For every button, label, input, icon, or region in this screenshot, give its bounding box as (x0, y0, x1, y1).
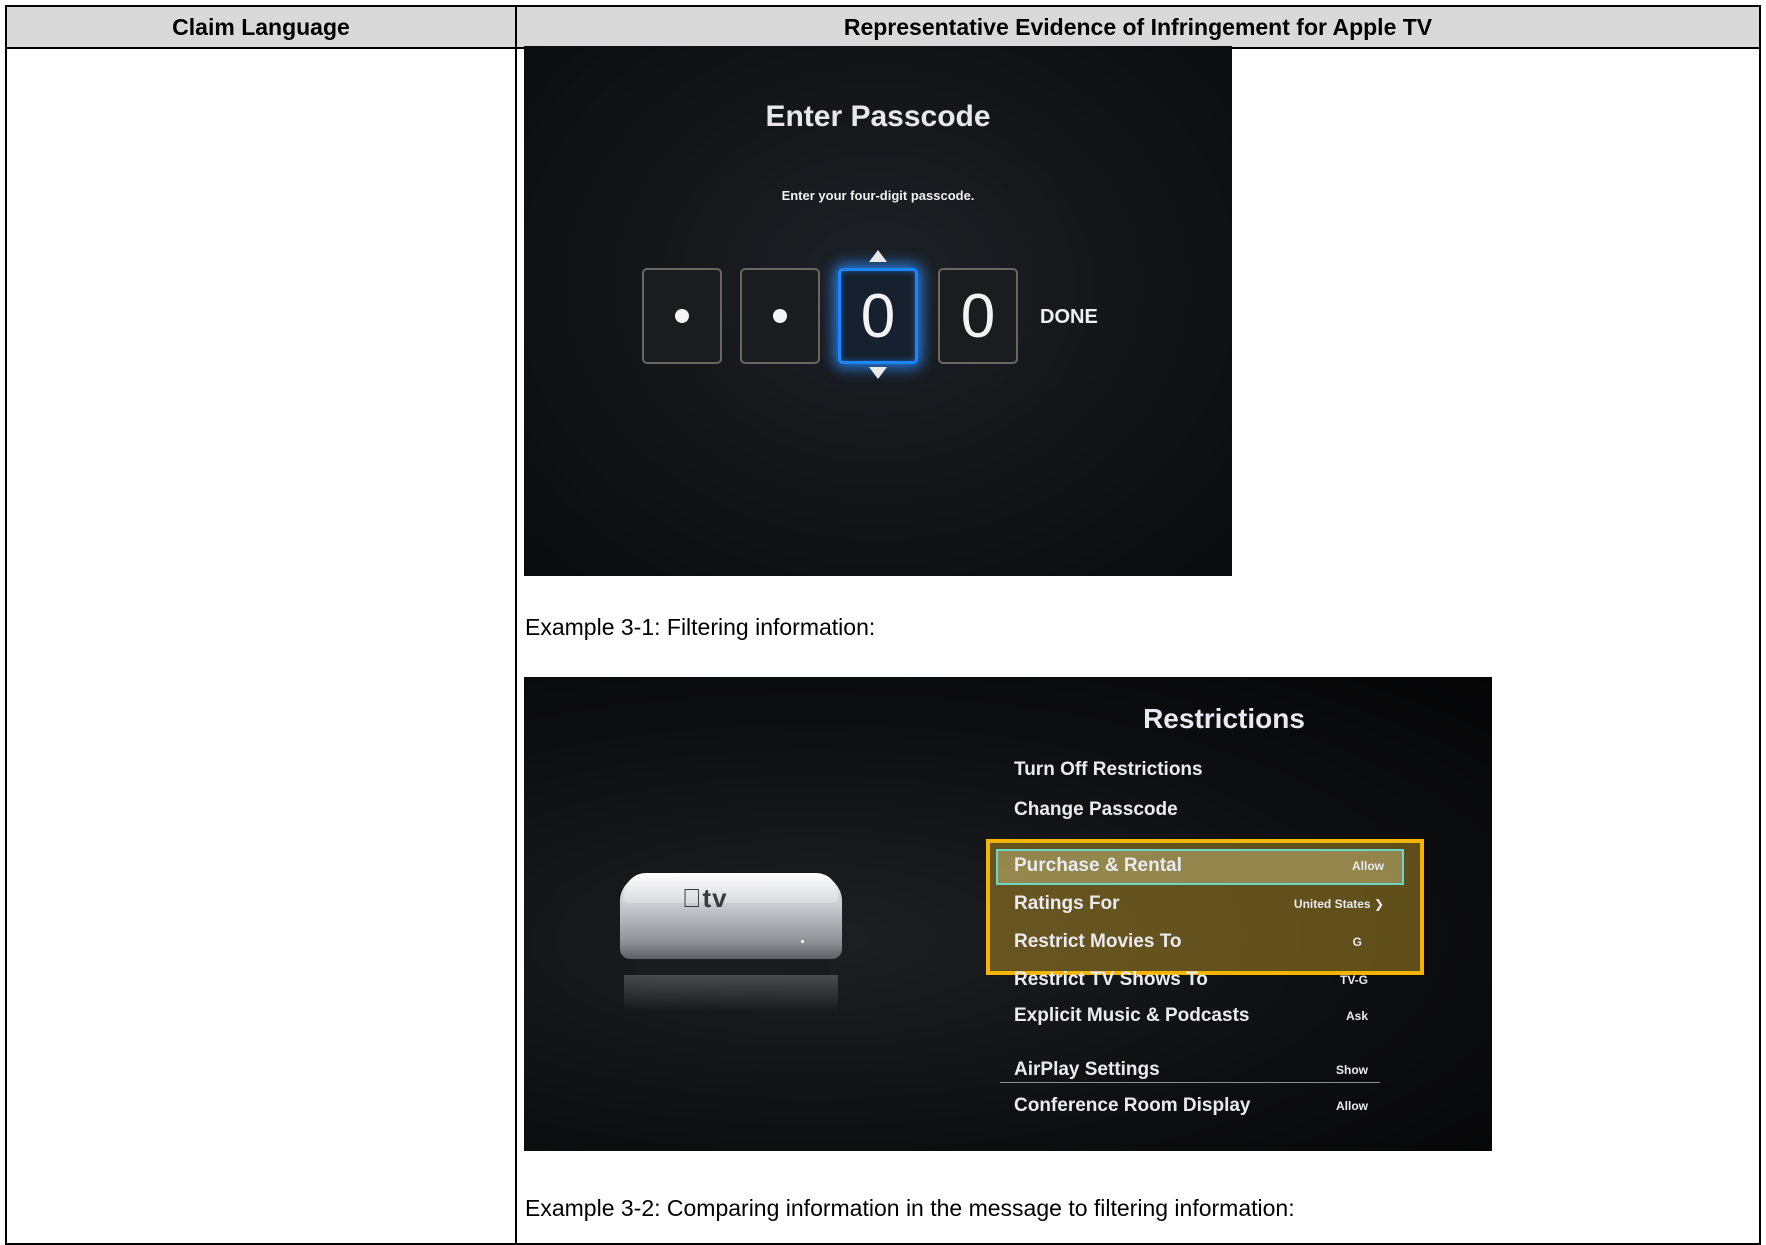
masked-digit-dot (773, 309, 787, 323)
menu-item-turn-off-restrictions: Turn Off Restrictions (1014, 759, 1203, 780)
passcode-digit-1 (642, 268, 722, 364)
chevron-down-icon (869, 367, 887, 379)
value-purchase-rental: Allow (1352, 859, 1384, 873)
value-airplay-settings: Show (1336, 1063, 1368, 1077)
value-restrict-tv-shows: TV-G (1339, 973, 1368, 987)
device-logo-text: tv (682, 883, 727, 913)
caption-example-3-2: Example 3-2: Comparing information in th… (525, 1195, 1295, 1221)
value-ratings-for: United States ❯ (1293, 897, 1384, 911)
column-divider (515, 47, 517, 1243)
menu-item-restrict-movies: Restrict Movies To (1014, 931, 1182, 952)
value-explicit-music: Ask (1345, 1009, 1368, 1023)
value-restrict-movies: G (1352, 935, 1362, 949)
passcode-title: Enter Passcode (765, 100, 991, 133)
menu-item-airplay-settings: AirPlay Settings (1014, 1059, 1160, 1080)
masked-digit-dot (675, 309, 689, 323)
menu-item-explicit-music: Explicit Music & Podcasts (1014, 1005, 1250, 1026)
table-header-row: Claim Language Representative Evidence o… (7, 7, 1759, 49)
done-label: DONE (1040, 306, 1098, 328)
passcode-subtitle: Enter your four-digit passcode. (781, 188, 975, 203)
menu-item-restrict-tv-shows: Restrict TV Shows To (1014, 969, 1208, 990)
header-claim-language: Claim Language (7, 7, 517, 47)
status-light (801, 940, 804, 943)
chevron-up-icon (869, 250, 887, 262)
value-conference-room: Allow (1336, 1099, 1368, 1113)
passcode-digit-2 (740, 268, 820, 364)
restrictions-screenshot: tv Restrictions Turn Off Restrictions C… (524, 677, 1492, 1151)
device-reflection (624, 975, 838, 1011)
menu-divider (1000, 1082, 1380, 1083)
menu-item-purchase-rental: Purchase & Rental (1014, 855, 1182, 876)
menu-item-conference-room: Conference Room Display (1014, 1095, 1251, 1116)
restrictions-title: Restrictions (1143, 703, 1305, 734)
menu-item-ratings-for: Ratings For (1014, 893, 1120, 914)
passcode-digit-4: 0 (938, 268, 1018, 364)
menu-item-change-passcode: Change Passcode (1014, 799, 1178, 820)
apple-tv-logo-icon: tv (682, 883, 728, 914)
header-evidence: Representative Evidence of Infringement … (843, 13, 1433, 40)
passcode-screenshot: Enter Passcode Enter your four-digit pas… (524, 46, 1232, 576)
device-base (636, 959, 830, 975)
passcode-digit-3: 0 (838, 268, 918, 364)
caption-example-3-1: Example 3-1: Filtering information: (525, 614, 876, 640)
apple-tv-top (624, 873, 838, 903)
apple-logo-icon:  (682, 883, 703, 913)
